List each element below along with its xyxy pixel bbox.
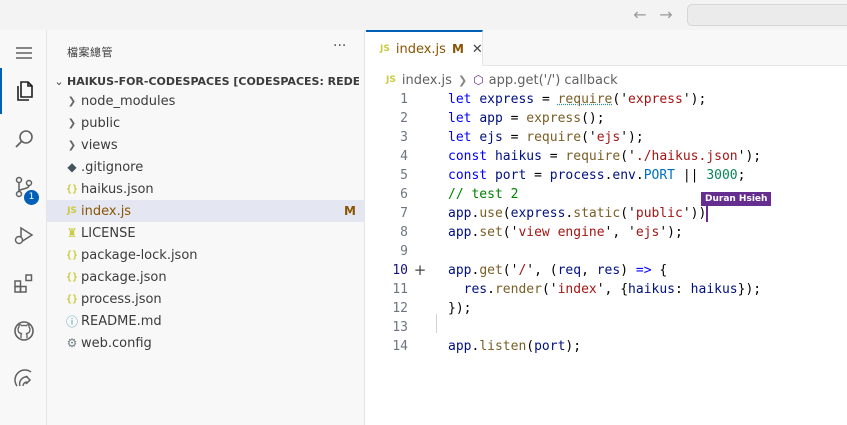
tree-item-haikus-json[interactable]: {} haikus.json bbox=[47, 178, 365, 200]
chevron-right-icon: ❯ bbox=[67, 117, 77, 129]
tree-item-views[interactable]: ❯ views bbox=[47, 134, 365, 156]
collaborator-cursor bbox=[706, 205, 709, 222]
explorer-sidebar: 檔案總管 ··· ⌄ HAIKUS-FOR-CODESPACES [CODESP… bbox=[47, 30, 365, 425]
editor-tab-bar: JS index.js M ✕ bbox=[366, 30, 847, 66]
collaborator-name-tag: Duran Hsieh bbox=[701, 192, 772, 206]
json-file-icon: {} bbox=[65, 293, 79, 305]
json-file-icon: {} bbox=[65, 183, 79, 195]
explorer-icon[interactable] bbox=[0, 68, 47, 114]
github-icon[interactable] bbox=[0, 308, 47, 354]
search-icon[interactable] bbox=[0, 116, 47, 162]
workspace-folder-title: HAIKUS-FOR-CODESPACES [CODESPACES: REDES… bbox=[67, 74, 359, 88]
chevron-down-icon: ⌄ bbox=[54, 74, 64, 88]
explorer-title: 檔案總管 bbox=[67, 46, 113, 59]
code-line: 7 app.use(express.static('public')) bbox=[400, 205, 709, 222]
close-icon[interactable]: ✕ bbox=[472, 42, 483, 57]
gear-icon: ⚙ bbox=[66, 336, 78, 350]
source-control-badge: 1 bbox=[24, 190, 39, 205]
code-line: 13 bbox=[392, 320, 408, 335]
forward-arrow-icon[interactable]: → bbox=[656, 5, 676, 25]
license-file-icon: ♜ bbox=[66, 226, 78, 240]
add-comment-plus-icon[interactable]: + bbox=[412, 261, 428, 280]
json-file-icon: {} bbox=[65, 249, 79, 261]
code-line: 1 let express = require('express'); bbox=[400, 92, 707, 107]
workspace-folder-header[interactable]: ⌄ HAIKUS-FOR-CODESPACES [CODESPACES: RED… bbox=[47, 70, 365, 92]
code-line: 5 const port = process.env.PORT || 3000; bbox=[400, 168, 746, 183]
tree-item-gitignore[interactable]: ◆ .gitignore bbox=[47, 156, 365, 178]
method-cube-icon: ⬡ bbox=[473, 73, 484, 87]
code-line: 14 app.listen(port); bbox=[392, 339, 582, 354]
tree-item-license[interactable]: ♜ LICENSE bbox=[47, 222, 365, 244]
chevron-right-icon: ❯ bbox=[67, 139, 77, 151]
tree-item-public[interactable]: ❯ public bbox=[47, 112, 365, 134]
run-debug-icon[interactable] bbox=[0, 212, 47, 258]
back-arrow-icon[interactable]: ← bbox=[630, 5, 650, 25]
tree-item-readme-md[interactable]: ⓘ README.md bbox=[47, 310, 365, 332]
code-line: 9 bbox=[400, 244, 408, 259]
tree-item-web-config[interactable]: ⚙ web.config bbox=[47, 332, 365, 354]
breadcrumb-file[interactable]: index.js bbox=[402, 73, 452, 88]
code-line-current: 10 + app.get('/', (req, res) => { bbox=[392, 261, 668, 280]
tree-item-package-lock-json[interactable]: {} package-lock.json bbox=[47, 244, 365, 266]
js-file-icon: JS bbox=[67, 206, 77, 216]
editor-area: JS index.js M ✕ JS index.js ❯ ⬡ app.get(… bbox=[366, 30, 847, 425]
breadcrumb-symbol[interactable]: app.get('/') callback bbox=[489, 73, 618, 88]
activity-bar: 1 bbox=[0, 30, 47, 425]
ellipsis-icon[interactable]: ··· bbox=[333, 38, 346, 54]
code-editor[interactable]: 1 let express = require('express'); 2 le… bbox=[366, 90, 847, 425]
code-line: 2 let app = express(); bbox=[400, 111, 605, 126]
chevron-right-icon: ❯ bbox=[457, 73, 468, 87]
tab-modified-status: M bbox=[451, 42, 464, 56]
code-line: 6 // test 2 bbox=[400, 187, 519, 202]
extensions-icon[interactable] bbox=[0, 260, 47, 306]
info-file-icon: ⓘ bbox=[65, 314, 78, 329]
tree-item-package-json[interactable]: {} package.json bbox=[47, 266, 365, 288]
tree-item-node-modules[interactable]: ❯ node_modules bbox=[47, 90, 365, 112]
tree-item-index-js[interactable]: JS index.js M bbox=[47, 200, 365, 222]
tab-index-js[interactable]: JS index.js M ✕ bbox=[366, 30, 483, 66]
tab-label: index.js bbox=[395, 41, 446, 57]
code-line: 3 let ejs = require('ejs'); bbox=[400, 130, 644, 145]
code-line: 12 }); bbox=[392, 301, 472, 316]
source-control-icon[interactable]: 1 bbox=[0, 164, 47, 210]
chevron-right-icon: ❯ bbox=[67, 95, 77, 107]
json-file-icon: {} bbox=[65, 271, 79, 283]
code-line: 4 const haikus = require('./haikus.json'… bbox=[400, 149, 762, 164]
modified-status: M bbox=[344, 204, 356, 218]
js-file-icon: JS bbox=[380, 44, 390, 54]
js-file-icon: JS bbox=[386, 75, 396, 85]
code-line: 8 app.set('view engine', 'ejs'); bbox=[400, 225, 683, 240]
code-line: 11 res.render('index', {haikus: haikus})… bbox=[392, 282, 762, 297]
breadcrumb: JS index.js ❯ ⬡ app.get('/') callback bbox=[386, 70, 618, 90]
git-file-icon: ◆ bbox=[67, 160, 77, 174]
tree-item-process-json[interactable]: {} process.json bbox=[47, 288, 365, 310]
command-center-search[interactable] bbox=[687, 4, 847, 26]
title-bar: ← → bbox=[0, 0, 847, 30]
remote-explorer-icon[interactable] bbox=[0, 356, 47, 402]
